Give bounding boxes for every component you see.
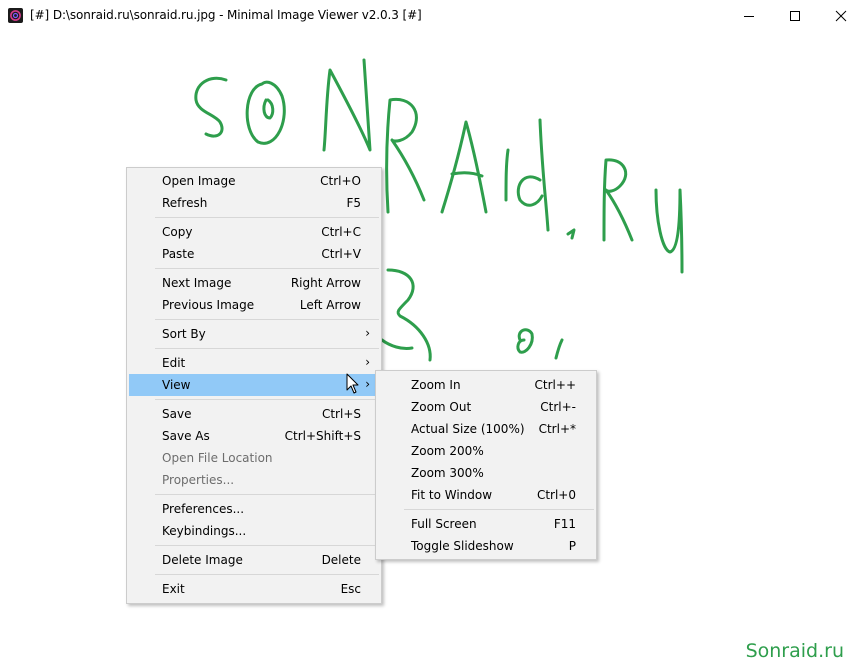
- menu-separator: [155, 545, 379, 546]
- menu-item-zoom-300[interactable]: Zoom 300%: [378, 462, 594, 484]
- menu-item-label: View: [162, 378, 191, 392]
- menu-item-next-image[interactable]: Next Image Right Arrow: [129, 272, 379, 294]
- minimize-icon: [744, 15, 754, 17]
- menu-item-shortcut: Ctrl+*: [538, 422, 576, 436]
- menu-item-shortcut: Ctrl+C: [321, 225, 361, 239]
- menu-item-shortcut: F11: [553, 517, 576, 531]
- menu-item-label: Zoom Out: [411, 400, 472, 414]
- context-menu: Open Image Ctrl+O Refresh F5 Copy Ctrl+C…: [126, 167, 382, 604]
- menu-item-shortcut: Ctrl++: [534, 378, 576, 392]
- menu-item-label: Open File Location: [162, 451, 273, 465]
- menu-item-keybindings[interactable]: Keybindings...: [129, 520, 379, 542]
- menu-item-label: Actual Size (100%): [411, 422, 525, 436]
- menu-item-shortcut: Ctrl+0: [536, 488, 576, 502]
- menu-item-label: Zoom In: [411, 378, 461, 392]
- menu-item-exit[interactable]: Exit Esc: [129, 578, 379, 600]
- menu-item-edit[interactable]: Edit ›: [129, 352, 379, 374]
- menu-item-previous-image[interactable]: Previous Image Left Arrow: [129, 294, 379, 316]
- menu-item-paste[interactable]: Paste Ctrl+V: [129, 243, 379, 265]
- menu-item-label: Exit: [162, 582, 185, 596]
- watermark: Sonraid.ru: [745, 640, 844, 662]
- menu-item-label: Copy: [162, 225, 193, 239]
- title-bar[interactable]: [#] D:\sonraid.ru\sonraid.ru.jpg - Minim…: [0, 0, 864, 31]
- view-submenu: Zoom In Ctrl++ Zoom Out Ctrl+- Actual Si…: [375, 370, 597, 560]
- menu-item-shortcut: Ctrl+-: [540, 400, 576, 414]
- menu-item-shortcut: Esc: [340, 582, 361, 596]
- menu-item-label: Full Screen: [411, 517, 477, 531]
- menu-item-save[interactable]: Save Ctrl+S: [129, 403, 379, 425]
- menu-item-shortcut: Delete: [321, 553, 361, 567]
- menu-item-zoom-in[interactable]: Zoom In Ctrl++: [378, 374, 594, 396]
- menu-item-label: Previous Image: [162, 298, 255, 312]
- menu-item-label: Save: [162, 407, 192, 421]
- menu-item-save-as[interactable]: Save As Ctrl+Shift+S: [129, 425, 379, 447]
- chevron-right-icon: ›: [365, 326, 370, 340]
- chevron-right-icon: ›: [365, 355, 370, 369]
- menu-item-label: Paste: [162, 247, 195, 261]
- menu-item-actual-size[interactable]: Actual Size (100%) Ctrl+*: [378, 418, 594, 440]
- menu-item-open-image[interactable]: Open Image Ctrl+O: [129, 170, 379, 192]
- menu-separator: [155, 574, 379, 575]
- menu-item-copy[interactable]: Copy Ctrl+C: [129, 221, 379, 243]
- menu-item-label: Properties...: [162, 473, 235, 487]
- menu-item-full-screen[interactable]: Full Screen F11: [378, 513, 594, 535]
- menu-item-properties[interactable]: Properties...: [129, 469, 379, 491]
- maximize-icon: [790, 10, 800, 21]
- menu-item-label: Preferences...: [162, 502, 245, 516]
- menu-item-label: Zoom 200%: [411, 444, 484, 458]
- window-title: [#] D:\sonraid.ru\sonraid.ru.jpg - Minim…: [30, 8, 422, 22]
- menu-separator: [404, 509, 594, 510]
- menu-separator: [155, 348, 379, 349]
- maximize-button[interactable]: [772, 0, 818, 31]
- menu-item-label: Delete Image: [162, 553, 243, 567]
- menu-item-shortcut: Ctrl+O: [320, 174, 361, 188]
- menu-item-shortcut: Ctrl+V: [321, 247, 361, 261]
- close-button[interactable]: [818, 0, 864, 31]
- menu-item-sort-by[interactable]: Sort By ›: [129, 323, 379, 345]
- menu-item-label: Refresh: [162, 196, 208, 210]
- menu-item-preferences[interactable]: Preferences...: [129, 498, 379, 520]
- close-icon: [835, 10, 847, 21]
- menu-item-fit-to-window[interactable]: Fit to Window Ctrl+0: [378, 484, 594, 506]
- menu-item-shortcut: Left Arrow: [299, 298, 361, 312]
- menu-item-refresh[interactable]: Refresh F5: [129, 192, 379, 214]
- chevron-right-icon: ›: [365, 377, 370, 391]
- menu-item-label: Sort By: [162, 327, 206, 341]
- menu-item-label: Zoom 300%: [411, 466, 484, 480]
- menu-item-zoom-200[interactable]: Zoom 200%: [378, 440, 594, 462]
- menu-item-label: Open Image: [162, 174, 236, 188]
- minimize-button[interactable]: [726, 0, 772, 31]
- menu-item-shortcut: P: [568, 539, 576, 553]
- menu-item-label: Toggle Slideshow: [411, 539, 514, 553]
- app-icon[interactable]: [8, 8, 23, 23]
- menu-item-delete-image[interactable]: Delete Image Delete: [129, 549, 379, 571]
- menu-item-shortcut: Ctrl+Shift+S: [284, 429, 361, 443]
- menu-item-open-file-location[interactable]: Open File Location: [129, 447, 379, 469]
- menu-item-label: Edit: [162, 356, 186, 370]
- menu-item-label: Save As: [162, 429, 210, 443]
- menu-item-toggle-slideshow[interactable]: Toggle Slideshow P: [378, 535, 594, 557]
- menu-separator: [155, 319, 379, 320]
- menu-separator: [155, 494, 379, 495]
- mouse-cursor-icon: [346, 373, 360, 399]
- menu-separator: [155, 399, 379, 400]
- menu-item-shortcut: F5: [346, 196, 361, 210]
- menu-item-label: Keybindings...: [162, 524, 247, 538]
- menu-item-shortcut: Ctrl+S: [321, 407, 361, 421]
- menu-separator: [155, 217, 379, 218]
- menu-separator: [155, 268, 379, 269]
- menu-item-zoom-out[interactable]: Zoom Out Ctrl+-: [378, 396, 594, 418]
- menu-item-shortcut: Right Arrow: [290, 276, 361, 290]
- menu-item-label: Next Image: [162, 276, 232, 290]
- menu-item-label: Fit to Window: [411, 488, 493, 502]
- menu-item-view[interactable]: View ›: [129, 374, 379, 396]
